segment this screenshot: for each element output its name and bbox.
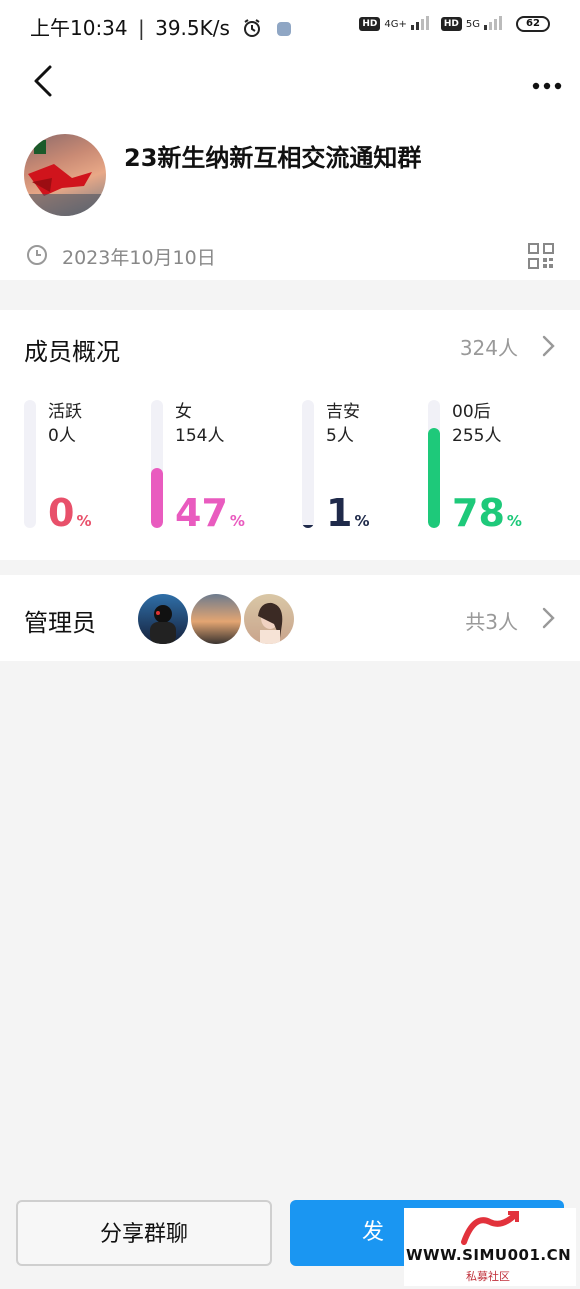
stat-percent: 0% <box>48 494 91 540</box>
clock-icon <box>26 244 48 270</box>
hd-badge: HD <box>359 17 381 31</box>
stat-percent-value: 1 <box>326 491 353 535</box>
chevron-left-icon <box>34 65 52 97</box>
stat-percent-value: 78 <box>452 491 505 535</box>
stat-label: 活跃 <box>48 402 82 422</box>
percent-sign: % <box>229 512 245 530</box>
stat-active: 活跃 0人 0% <box>24 400 144 532</box>
admins-row[interactable]: 管理员 共3人 <box>0 575 580 661</box>
stat-label: 吉安 <box>326 402 360 422</box>
stat-bar-fill <box>428 428 440 528</box>
stat-percent: 78% <box>452 494 522 540</box>
more-button[interactable] <box>532 76 564 90</box>
overview-total[interactable]: 324人 <box>460 332 518 361</box>
stat-count: 0人 <box>48 426 76 446</box>
admin-avatar-1[interactable] <box>138 594 188 644</box>
stat-hometown: 吉安 5人 1% <box>302 400 422 532</box>
admin-avatar-3[interactable] <box>244 594 294 644</box>
qr-code-icon <box>528 243 554 269</box>
admins-title: 管理员 <box>24 609 96 637</box>
stat-bar-track <box>151 400 163 528</box>
stat-label: 女 <box>175 402 192 422</box>
stat-bar-track <box>24 400 36 528</box>
member-overview-card: 成员概况 324人 活跃 0人 0% 女 154人 47% 吉安 5人 1% 0… <box>0 310 580 560</box>
network-type-2: 5G <box>465 18 480 30</box>
status-bar: 上午10:34 | 39.5K/s HD 4G+ HD 5G 62 <box>0 0 580 50</box>
battery-icon: 62 <box>516 16 550 32</box>
back-button[interactable] <box>28 64 58 98</box>
signal-icon-2 <box>484 14 506 34</box>
status-time-row: 上午10:34 | 39.5K/s <box>30 12 291 43</box>
created-date: 2023年10月10日 <box>62 247 216 269</box>
stat-bar-track <box>428 400 440 528</box>
stat-percent-value: 0 <box>48 491 75 535</box>
stat-percent-value: 47 <box>175 491 228 535</box>
stat-bar-fill <box>302 525 314 528</box>
network-speed: 39.5K/s <box>155 16 230 40</box>
admins-chevron-right-icon[interactable] <box>540 606 556 634</box>
watermark-caption: 私募社区 <box>466 1270 510 1283</box>
alarm-icon <box>242 18 262 43</box>
avatar <box>258 602 283 644</box>
stat-label: 00后 <box>452 402 491 422</box>
stat-count: 5人 <box>326 426 354 446</box>
flag-ribbon-icon <box>24 140 106 216</box>
percent-sign: % <box>76 512 92 530</box>
group-name: 23新生纳新互相交流通知群 <box>124 144 422 172</box>
stat-female: 女 154人 47% <box>151 400 291 532</box>
group-avatar[interactable] <box>24 134 106 216</box>
admin-avatar-2[interactable] <box>191 594 241 644</box>
overview-title: 成员概况 <box>24 338 120 366</box>
status-time: 上午10:34 <box>30 16 128 40</box>
watermark-logo-icon <box>461 1211 519 1245</box>
stat-percent: 1% <box>326 494 369 540</box>
stat-bar-fill <box>151 467 163 528</box>
group-header: 23新生纳新互相交流通知群 2023年10月10日 <box>0 50 580 280</box>
signal-icon <box>410 14 433 34</box>
send-label: 发 <box>361 1220 384 1245</box>
app-notification-icon <box>276 22 291 36</box>
stat-post00: 00后 255人 78% <box>428 400 568 532</box>
overview-chevron-right-icon[interactable] <box>540 334 556 362</box>
watermark: WWW.SIMU001.CN 私募社区 <box>404 1208 576 1286</box>
stat-percent: 47% <box>175 494 245 540</box>
status-icons: HD 4G+ HD 5G 62 <box>359 14 550 34</box>
qr-code-button[interactable] <box>528 243 554 273</box>
battery-level: 62 <box>526 18 540 29</box>
admins-count: 共3人 <box>465 610 518 634</box>
share-group-button[interactable]: 分享群聊 <box>16 1200 272 1266</box>
more-dots-icon <box>532 82 562 90</box>
avatar <box>150 605 176 644</box>
network-type: 4G+ <box>384 18 407 30</box>
watermark-site: WWW.SIMU001.CN <box>406 1246 572 1264</box>
percent-sign: % <box>506 512 522 530</box>
stat-count: 255人 <box>452 426 502 446</box>
stat-count: 154人 <box>175 426 225 446</box>
stat-bar-track <box>302 400 314 528</box>
percent-sign: % <box>354 512 370 530</box>
hd-badge-2: HD <box>440 17 462 31</box>
